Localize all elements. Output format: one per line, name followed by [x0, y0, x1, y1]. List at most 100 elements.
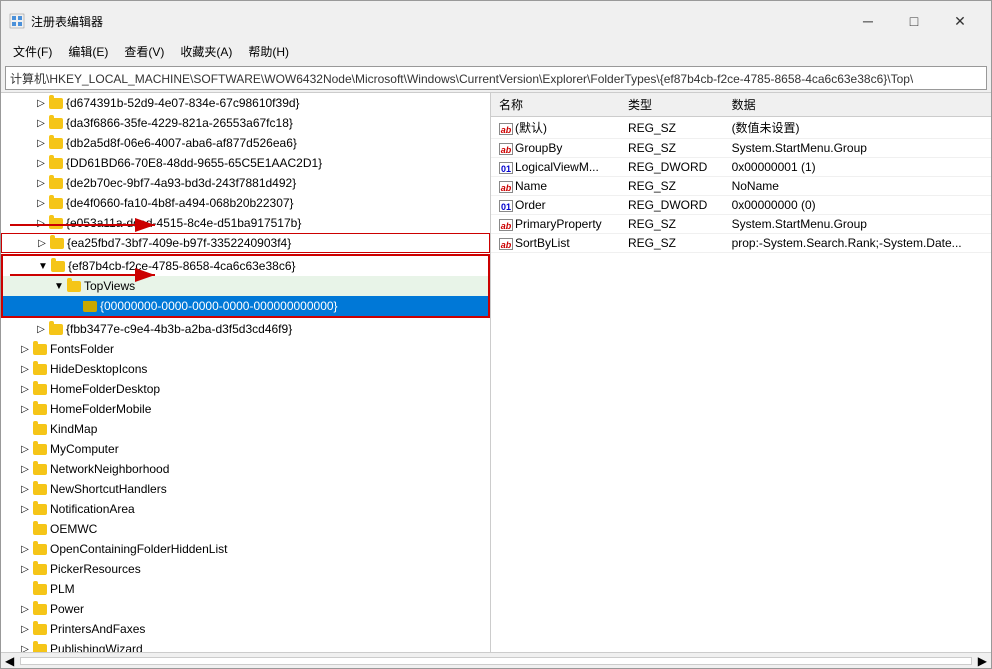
- tree-item-plm[interactable]: PLM: [1, 579, 490, 599]
- folder-icon-hideDesktopIcons: [33, 364, 47, 375]
- col-name[interactable]: 名称: [491, 93, 620, 117]
- bottom-scrollbar[interactable]: ◀ ▶: [1, 652, 991, 668]
- registry-type-icon: ab: [499, 123, 513, 135]
- tree-item-topviews[interactable]: ▼ TopViews: [3, 276, 488, 296]
- tree-item-zero-guid[interactable]: {00000000-0000-0000-0000-000000000000}: [3, 296, 488, 316]
- tree-item-homeFolderDesktop[interactable]: ▷ HomeFolderDesktop: [1, 379, 490, 399]
- expand-icon-notificationArea[interactable]: ▷: [17, 501, 33, 517]
- tree-item-guid1[interactable]: ▷ {d674391b-52d9-4e07-834e-67c98610f39d}: [1, 93, 490, 113]
- address-bar[interactable]: 计算机\HKEY_LOCAL_MACHINE\SOFTWARE\WOW6432N…: [5, 66, 987, 90]
- tree-item-kindMap[interactable]: KindMap: [1, 419, 490, 439]
- tree-item-guid10[interactable]: ▷ {fbb3477e-c9e4-4b3b-a2ba-d3f5d3cd46f9}: [1, 319, 490, 339]
- registry-row[interactable]: abGroupByREG_SZSystem.StartMenu.Group: [491, 139, 991, 158]
- expand-icon-plm[interactable]: [17, 581, 33, 597]
- registry-row[interactable]: 01LogicalViewM...REG_DWORD0x00000001 (1): [491, 158, 991, 177]
- tree-item-printersAndFaxes[interactable]: ▷ PrintersAndFaxes: [1, 619, 490, 639]
- registry-row[interactable]: abNameREG_SZNoName: [491, 177, 991, 196]
- tree-item-pickerResources[interactable]: ▷ PickerResources: [1, 559, 490, 579]
- tree-item-guid9[interactable]: ▼ {ef87b4cb-f2ce-4785-8658-4ca6c63e38c6}: [3, 256, 488, 276]
- folder-icon-newShortcutHandlers: [33, 484, 47, 495]
- folder-icon-plm: [33, 584, 47, 595]
- expand-icon-openContaining[interactable]: ▷: [17, 541, 33, 557]
- expand-icon-pickerResources[interactable]: ▷: [17, 561, 33, 577]
- tree-label-guid1: {d674391b-52d9-4e07-834e-67c98610f39d}: [66, 96, 300, 110]
- expand-icon-guid8[interactable]: ▷: [34, 235, 50, 251]
- menu-edit[interactable]: 编辑(E): [60, 41, 116, 62]
- close-button[interactable]: ✕: [937, 7, 983, 35]
- expand-icon-zero[interactable]: [67, 298, 83, 314]
- registry-cell-name: abSortByList: [491, 234, 620, 253]
- registry-row[interactable]: ab(默认)REG_SZ(数值未设置): [491, 117, 991, 139]
- menu-view[interactable]: 查看(V): [116, 41, 172, 62]
- tree-item-guid3[interactable]: ▷ {db2a5d8f-06e6-4007-aba6-af877d526ea6}: [1, 133, 490, 153]
- maximize-button[interactable]: □: [891, 7, 937, 35]
- registry-row[interactable]: abSortByListREG_SZprop:-System.Search.Ra…: [491, 234, 991, 253]
- expand-icon-guid1[interactable]: ▷: [33, 95, 49, 111]
- folder-icon-homeFolderMobile: [33, 404, 47, 415]
- menu-favorites[interactable]: 收藏夹(A): [172, 41, 240, 62]
- expand-icon-topviews[interactable]: ▼: [51, 278, 67, 294]
- registry-editor-window: 注册表编辑器 ─ □ ✕ 文件(F) 编辑(E) 查看(V) 收藏夹(A) 帮助…: [0, 0, 992, 669]
- expand-icon-guid4[interactable]: ▷: [33, 155, 49, 171]
- registry-cell-data: 0x00000000 (0): [724, 196, 991, 215]
- tree-label-guid3: {db2a5d8f-06e6-4007-aba6-af877d526ea6}: [66, 136, 297, 150]
- tree-item-myComputer[interactable]: ▷ MyComputer: [1, 439, 490, 459]
- tree-item-newShortcutHandlers[interactable]: ▷ NewShortcutHandlers: [1, 479, 490, 499]
- right-panel[interactable]: 名称 类型 数据 ab(默认)REG_SZ(数值未设置)abGroupByREG…: [491, 93, 991, 652]
- expand-icon-guid2[interactable]: ▷: [33, 115, 49, 131]
- expand-icon-guid9[interactable]: ▼: [35, 258, 51, 274]
- scroll-right-btn[interactable]: ▶: [974, 654, 991, 668]
- tree-panel[interactable]: ▷ {d674391b-52d9-4e07-834e-67c98610f39d}…: [1, 93, 491, 652]
- expand-icon-guid5[interactable]: ▷: [33, 175, 49, 191]
- col-type[interactable]: 类型: [620, 93, 724, 117]
- expand-icon-power[interactable]: ▷: [17, 601, 33, 617]
- tree-item-publishingWizard[interactable]: ▷ PublishingWizard: [1, 639, 490, 652]
- expand-icon-hideDesktopIcons[interactable]: ▷: [17, 361, 33, 377]
- expand-icon-kindMap[interactable]: [17, 421, 33, 437]
- tree-item-guid2[interactable]: ▷ {da3f6866-35fe-4229-821a-26553a67fc18}: [1, 113, 490, 133]
- expand-icon-homeFolderMobile[interactable]: ▷: [17, 401, 33, 417]
- tree-item-fontsFolder[interactable]: ▷ FontsFolder: [1, 339, 490, 359]
- col-data[interactable]: 数据: [724, 93, 991, 117]
- tree-item-guid7[interactable]: ▷ {e053a11a-dced-4515-8c4e-d51ba917517b}: [1, 213, 490, 233]
- registry-cell-name: 01Order: [491, 196, 620, 215]
- folder-icon-pickerResources: [33, 564, 47, 575]
- tree-item-guid6[interactable]: ▷ {de4f0660-fa10-4b8f-a494-068b20b22307}: [1, 193, 490, 213]
- folder-icon-guid7: [49, 218, 63, 229]
- scroll-left-btn[interactable]: ◀: [1, 654, 18, 668]
- expand-icon-guid6[interactable]: ▷: [33, 195, 49, 211]
- expand-icon-guid7[interactable]: ▷: [33, 215, 49, 231]
- registry-row[interactable]: 01OrderREG_DWORD0x00000000 (0): [491, 196, 991, 215]
- tree-item-power[interactable]: ▷ Power: [1, 599, 490, 619]
- tree-item-homeFolderMobile[interactable]: ▷ HomeFolderMobile: [1, 399, 490, 419]
- registry-cell-data: NoName: [724, 177, 991, 196]
- tree-item-notificationArea[interactable]: ▷ NotificationArea: [1, 499, 490, 519]
- folder-icon-guid5: [49, 178, 63, 189]
- expand-icon-guid10[interactable]: ▷: [33, 321, 49, 337]
- expand-icon-printersAndFaxes[interactable]: ▷: [17, 621, 33, 637]
- tree-item-hideDesktopIcons[interactable]: ▷ HideDesktopIcons: [1, 359, 490, 379]
- tree-label-fontsFolder: FontsFolder: [50, 342, 114, 356]
- tree-item-openContaining[interactable]: ▷ OpenContainingFolderHiddenList: [1, 539, 490, 559]
- tree-item-guid8[interactable]: ▷ {ea25fbd7-3bf7-409e-b97f-3352240903f4}: [1, 233, 490, 253]
- expand-icon-fontsFolder[interactable]: ▷: [17, 341, 33, 357]
- tree-item-guid5[interactable]: ▷ {de2b70ec-9bf7-4a93-bd3d-243f7881d492}: [1, 173, 490, 193]
- expand-icon-networkNeighborhood[interactable]: ▷: [17, 461, 33, 477]
- expand-icon-myComputer[interactable]: ▷: [17, 441, 33, 457]
- title-buttons: ─ □ ✕: [845, 7, 983, 35]
- registry-row[interactable]: abPrimaryPropertyREG_SZSystem.StartMenu.…: [491, 215, 991, 234]
- minimize-button[interactable]: ─: [845, 7, 891, 35]
- menu-file[interactable]: 文件(F): [5, 41, 60, 62]
- folder-icon-guid10: [49, 324, 63, 335]
- registry-type-icon: 01: [499, 200, 513, 212]
- tree-item-guid4[interactable]: ▷ {DD61BD66-70E8-48dd-9655-65C5E1AAC2D1}: [1, 153, 490, 173]
- menu-help[interactable]: 帮助(H): [240, 41, 297, 62]
- tree-item-networkNeighborhood[interactable]: ▷ NetworkNeighborhood: [1, 459, 490, 479]
- expand-icon-publishingWizard[interactable]: ▷: [17, 641, 33, 652]
- folder-icon-fontsFolder: [33, 344, 47, 355]
- expand-icon-oemwc[interactable]: [17, 521, 33, 537]
- tree-item-oemwc[interactable]: OEMWC: [1, 519, 490, 539]
- expand-icon-newShortcutHandlers[interactable]: ▷: [17, 481, 33, 497]
- expand-icon-homeFolderDesktop[interactable]: ▷: [17, 381, 33, 397]
- expand-icon-guid3[interactable]: ▷: [33, 135, 49, 151]
